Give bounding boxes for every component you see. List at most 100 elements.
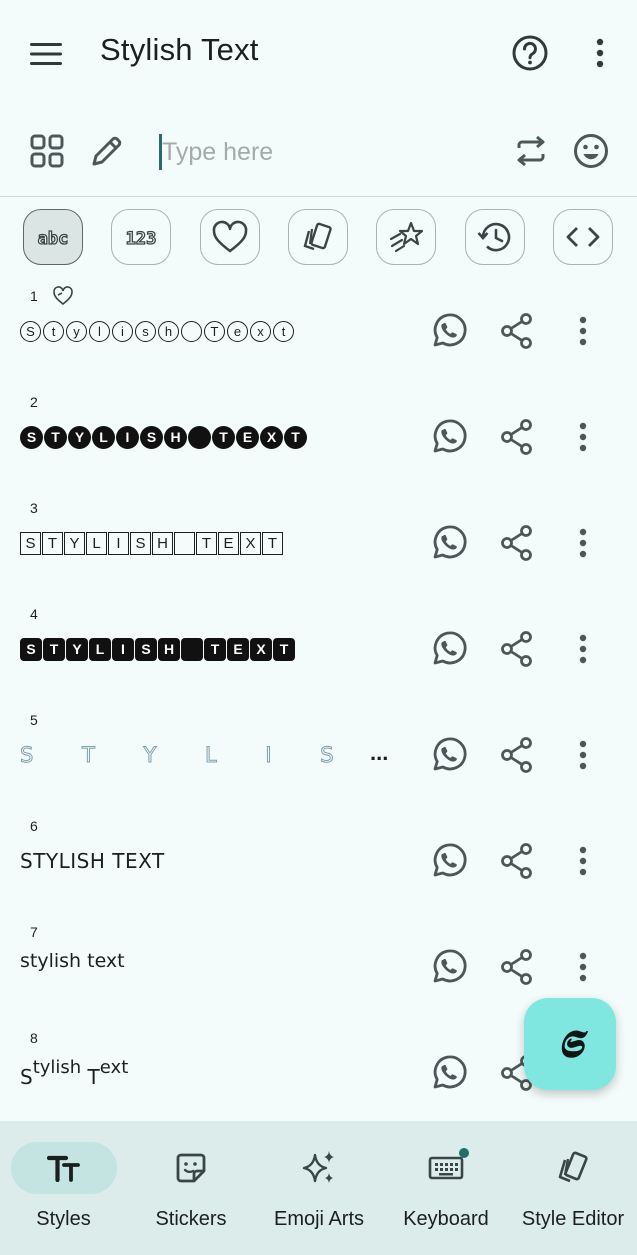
cards-icon: [303, 222, 332, 251]
styled-letter: E: [227, 637, 249, 661]
whatsapp-icon[interactable]: [426, 944, 472, 990]
styled-letter: T: [212, 425, 235, 449]
style-row-3[interactable]: 3 STYLISHTEXT: [0, 488, 637, 594]
style-editor-icon: [520, 1142, 626, 1194]
share-icon[interactable]: [494, 414, 540, 460]
styled-letter: L: [86, 531, 107, 555]
style-number: 3: [30, 500, 38, 516]
more-vert-icon[interactable]: [566, 520, 600, 566]
super-part: ext: [99, 1056, 129, 1078]
numbers-icon: 123: [126, 229, 157, 249]
whatsapp-icon[interactable]: [426, 520, 472, 566]
style-fab-button[interactable]: 𝕾: [524, 998, 616, 1090]
whatsapp-icon[interactable]: [426, 1050, 472, 1096]
styled-letter: E: [236, 425, 259, 449]
styled-letter: i: [112, 320, 133, 342]
styled-letter: Y: [64, 531, 85, 555]
text-caret: [159, 134, 162, 170]
category-chips: abc 123: [0, 207, 637, 267]
styled-letter: T: [43, 637, 65, 661]
chip-favorites[interactable]: [200, 209, 260, 265]
repeat-icon[interactable]: [508, 128, 554, 174]
styled-letter: T: [42, 531, 63, 555]
nav-styles[interactable]: Styles: [10, 1121, 117, 1255]
more-vert-icon[interactable]: [578, 29, 622, 77]
nav-style-editor[interactable]: Style Editor: [518, 1121, 628, 1255]
styled-letter: s: [135, 320, 156, 342]
menu-icon[interactable]: [22, 30, 70, 78]
keyboard-icon: [393, 1142, 499, 1194]
whatsapp-icon[interactable]: [426, 732, 472, 778]
more-vert-icon[interactable]: [566, 838, 600, 884]
styled-letter: X: [240, 531, 261, 555]
sticker-icon: [138, 1142, 244, 1194]
share-icon[interactable]: [494, 520, 540, 566]
more-vert-icon[interactable]: [566, 732, 600, 778]
nav-emoji-arts[interactable]: Emoji Arts: [266, 1121, 372, 1255]
truncation-ellipsis: ...: [370, 740, 389, 765]
styled-letter: y: [66, 320, 87, 342]
more-vert-icon[interactable]: [566, 944, 600, 990]
share-icon[interactable]: [494, 944, 540, 990]
more-vert-icon[interactable]: [566, 626, 600, 672]
share-icon[interactable]: [494, 308, 540, 354]
letter-gap: [181, 637, 203, 661]
pencil-icon[interactable]: [84, 128, 130, 174]
chip-history[interactable]: [465, 209, 525, 265]
style-number: 6: [30, 818, 38, 834]
whatsapp-icon[interactable]: [426, 626, 472, 672]
style-row-1[interactable]: 1 StylishText: [0, 276, 637, 382]
styled-letter: Y: [68, 425, 91, 449]
share-icon[interactable]: [494, 838, 540, 884]
whatsapp-icon[interactable]: [426, 838, 472, 884]
nav-stickers[interactable]: Stickers: [138, 1121, 244, 1255]
whatsapp-icon[interactable]: [426, 308, 472, 354]
super-part: tylish: [32, 1056, 82, 1078]
styled-letter: I: [108, 531, 129, 555]
super-part: T: [81, 1065, 100, 1088]
chip-themes[interactable]: [288, 209, 348, 265]
style-row-5[interactable]: 5 S T Y L I S H T E ...: [0, 700, 637, 806]
chip-effects[interactable]: [376, 209, 436, 265]
more-vert-icon[interactable]: [566, 308, 600, 354]
styled-letter: H: [158, 637, 180, 661]
styled-letter: h: [158, 320, 179, 342]
styled-letter: H: [152, 531, 173, 555]
text-input[interactable]: [158, 130, 488, 174]
whatsapp-icon[interactable]: [426, 414, 472, 460]
styled-letter: Y: [66, 637, 88, 661]
grid-view-icon[interactable]: [24, 128, 70, 174]
styled-letter: T: [262, 531, 283, 555]
styled-letter: S: [20, 425, 43, 449]
share-icon[interactable]: [494, 626, 540, 672]
styled-letter: S: [130, 531, 151, 555]
styled-letter: S: [20, 531, 41, 555]
styled-letter: E: [218, 531, 239, 555]
style-preview: STYLISHTEXT: [20, 420, 395, 454]
nav-label: Emoji Arts: [273, 1208, 365, 1230]
abc-icon: abc: [38, 229, 69, 249]
style-number: 1: [30, 288, 38, 304]
styled-letter: T: [273, 637, 295, 661]
style-preview: STYLISH TEXT: [20, 849, 165, 873]
heart-outline-icon[interactable]: [52, 285, 74, 307]
styled-letter: S: [140, 425, 163, 449]
styled-letter: S: [20, 320, 41, 342]
style-row-4[interactable]: 4 STYLISHTEXT: [0, 594, 637, 700]
styled-letter: t: [43, 320, 64, 342]
input-bar: [0, 118, 637, 196]
share-icon[interactable]: [494, 732, 540, 778]
more-vert-icon[interactable]: [566, 414, 600, 460]
style-row-6[interactable]: 6 STYLISH TEXT: [0, 806, 637, 912]
chip-abc[interactable]: abc: [23, 209, 83, 265]
help-icon[interactable]: [506, 29, 554, 77]
style-row-2[interactable]: 2 STYLISHTEXT: [0, 382, 637, 488]
chip-code[interactable]: [553, 209, 613, 265]
shooting-star-icon: [389, 221, 424, 253]
chip-123[interactable]: 123: [111, 209, 171, 265]
style-preview: stylish text: [20, 950, 125, 972]
emoji-icon[interactable]: [568, 128, 614, 174]
styled-letter: X: [250, 637, 272, 661]
divider: [0, 196, 637, 197]
nav-keyboard[interactable]: Keyboard: [393, 1121, 499, 1255]
